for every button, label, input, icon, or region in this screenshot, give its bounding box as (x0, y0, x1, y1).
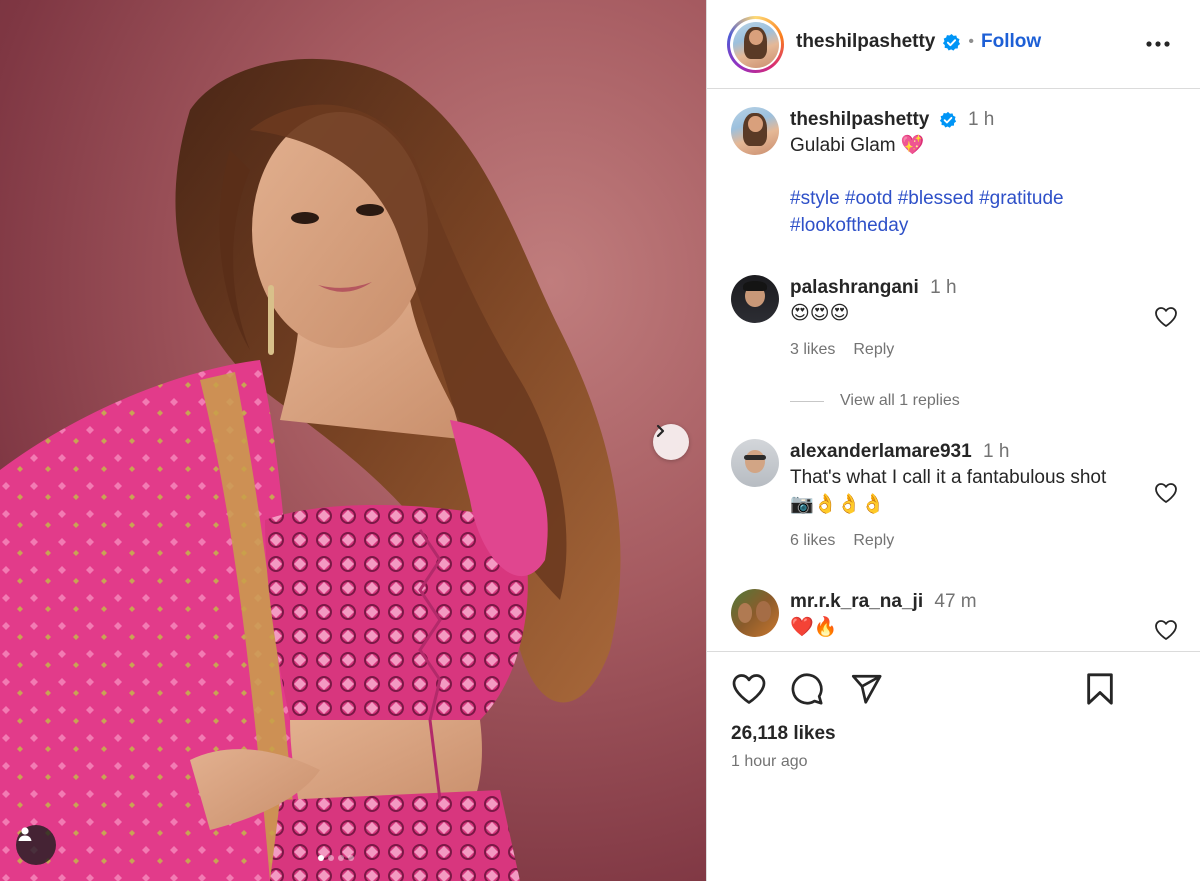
author-username[interactable]: theshilpashetty (796, 31, 935, 53)
commenter-avatar[interactable] (731, 439, 779, 487)
post-details-panel: theshilpashetty • Follow theshilpashetty (706, 0, 1200, 881)
comments-list[interactable]: theshilpashetty 1 h Gulabi Glam 💖 #style… (707, 90, 1200, 650)
comment-text: That's what I call it a fantabulous shot (790, 467, 1107, 488)
hashtag-line[interactable]: #style #ootd #blessed #gratitude (790, 185, 1150, 212)
post-timestamp[interactable]: 1 hour ago (731, 753, 808, 771)
heart-icon[interactable] (1154, 619, 1178, 641)
bookmark-icon[interactable] (1085, 672, 1115, 706)
comment-time[interactable]: 1 h (930, 277, 956, 298)
carousel-indicator (318, 855, 354, 861)
heart-icon[interactable] (1154, 306, 1178, 328)
commenter-avatar[interactable] (731, 589, 779, 637)
carousel-dot (348, 855, 354, 861)
comment-likes[interactable]: 6 likes (790, 532, 835, 550)
author-avatar[interactable] (732, 21, 779, 68)
caption-text: Gulabi Glam 💖 (790, 135, 925, 156)
next-photo-button[interactable] (653, 424, 689, 460)
send-icon[interactable] (849, 672, 883, 706)
post-header: theshilpashetty • Follow (707, 0, 1200, 89)
comment-text-emoji: 📷👌👌👌 (790, 494, 885, 515)
comment-time[interactable]: 47 m (934, 591, 976, 612)
view-replies-button[interactable]: View all 1 replies (790, 392, 960, 410)
chevron-right-icon (656, 424, 665, 438)
commenter-avatar[interactable] (731, 275, 779, 323)
replies-divider (790, 400, 824, 402)
hashtag-line[interactable]: #lookoftheday (790, 212, 1150, 239)
comment-username[interactable]: palashrangani (790, 277, 919, 298)
caption: theshilpashetty 1 h Gulabi Glam 💖 #style… (790, 108, 1150, 239)
user-tag-icon (18, 827, 32, 841)
follow-button[interactable]: Follow (981, 31, 1041, 53)
caption-author-avatar[interactable] (731, 107, 779, 155)
carousel-dot-active (318, 855, 324, 861)
verified-badge-icon (939, 111, 956, 128)
portrait-illustration (0, 58, 621, 881)
view-replies-label[interactable]: View all 1 replies (840, 392, 960, 410)
comment-text: ❤️🔥 (790, 617, 838, 638)
author-story-ring[interactable] (727, 16, 784, 73)
post-actions: 26,118 likes 1 hour ago (707, 651, 1200, 881)
comment-likes[interactable]: 3 likes (790, 341, 835, 359)
hashtags: #style #ootd #blessed #gratitude #lookof… (790, 185, 1150, 239)
reply-button[interactable]: Reply (853, 532, 894, 550)
carousel-dot (338, 855, 344, 861)
post-photo[interactable] (0, 0, 706, 881)
likes-count[interactable]: 26,118 likes (731, 723, 836, 745)
comment-time[interactable]: 1 h (983, 441, 1009, 462)
comment-item: alexanderlamare931 1 h That's what I cal… (790, 440, 1150, 550)
comment-item: palashrangani 1 h 😍😍😍 3 likes Reply (790, 276, 1150, 359)
comment-icon[interactable] (789, 672, 825, 706)
caption-username[interactable]: theshilpashetty (790, 109, 929, 130)
heart-icon[interactable] (1154, 482, 1178, 504)
comment-item: mr.r.k_ra_na_ji 47 m ❤️🔥 (790, 590, 1150, 641)
tagged-users-button[interactable] (16, 825, 56, 865)
heart-icon[interactable] (731, 672, 767, 706)
reply-button[interactable]: Reply (853, 341, 894, 359)
carousel-dot (328, 855, 334, 861)
comment-username[interactable]: mr.r.k_ra_na_ji (790, 591, 923, 612)
more-options-icon[interactable] (1145, 32, 1171, 56)
header-separator: • (968, 33, 974, 50)
comment-username[interactable]: alexanderlamare931 (790, 441, 972, 462)
verified-badge-icon (943, 33, 961, 51)
comment-text: 😍😍😍 (790, 303, 850, 324)
caption-time[interactable]: 1 h (968, 109, 994, 130)
